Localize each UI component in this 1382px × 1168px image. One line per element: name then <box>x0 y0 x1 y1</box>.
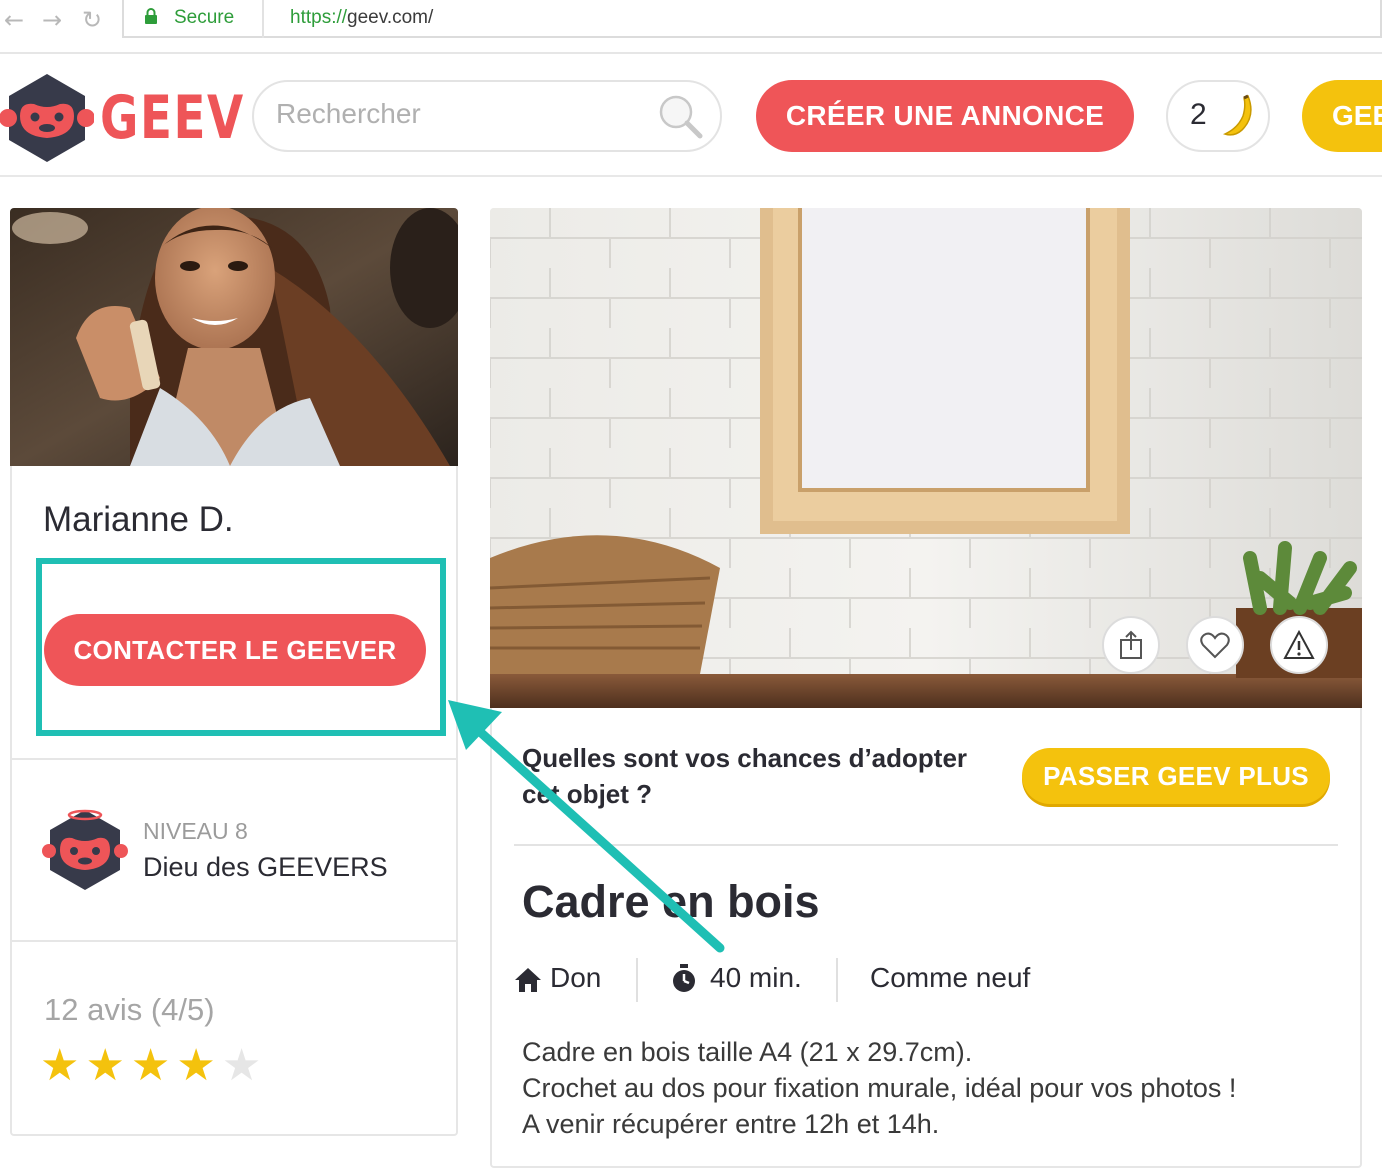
heart-icon <box>1200 632 1230 659</box>
banana-icon <box>1222 94 1252 136</box>
meta-divider <box>636 958 638 1002</box>
seller-photo <box>10 208 458 466</box>
share-icon <box>1120 630 1142 659</box>
create-listing-button[interactable]: CRÉER UNE ANNONCE <box>756 80 1134 152</box>
geev-plus-button[interactable]: PASSER GEEV PLUS <box>1022 748 1330 804</box>
level-label: NIVEAU 8 <box>143 818 248 844</box>
divider <box>12 940 456 942</box>
listing-type: Don <box>550 962 602 993</box>
geev-plus-header-button[interactable]: GEE <box>1302 80 1382 152</box>
url-text[interactable]: https://geev.com/ <box>290 7 433 29</box>
stopwatch-icon <box>673 964 695 992</box>
listing-description: Cadre en bois taille A4 (21 x 29.7cm). C… <box>522 1034 1236 1142</box>
adoption-chance-question: Quelles sont vos chances d’adopter cet o… <box>522 743 968 809</box>
divider <box>12 758 456 760</box>
back-arrow-icon[interactable]: ← <box>4 6 24 34</box>
star-filled-icon: ★ <box>40 1040 80 1091</box>
listing-time: 40 min. <box>710 962 802 993</box>
level-badge-icon <box>42 809 128 890</box>
forward-arrow-icon[interactable]: → <box>42 6 62 34</box>
lock-icon <box>145 8 157 24</box>
share-button[interactable] <box>1102 616 1160 674</box>
description-line: Cadre en bois taille A4 (21 x 29.7cm). <box>522 1037 973 1067</box>
level-title: Dieu des GEEVERS <box>143 852 388 882</box>
secure-label: Secure <box>174 7 235 28</box>
star-empty-icon: ★ <box>221 1040 262 1091</box>
description-line: Crochet au dos pour fixation murale, idé… <box>522 1073 1237 1103</box>
house-icon <box>515 968 541 992</box>
rating-stars: ★ ★ ★ ★ ★ <box>40 1044 261 1088</box>
report-button[interactable] <box>1270 616 1328 674</box>
search-input[interactable] <box>276 98 636 130</box>
highlight-box <box>36 558 446 736</box>
star-filled-icon: ★ <box>85 1040 125 1091</box>
search-icon[interactable] <box>656 92 704 140</box>
listing-condition: Comme neuf <box>870 962 1031 993</box>
address-divider <box>262 0 264 38</box>
reload-icon[interactable]: ↻ <box>82 6 102 34</box>
seller-name: Marianne D. <box>43 500 234 539</box>
banana-count: 2 <box>1190 98 1207 131</box>
meta-divider <box>836 958 838 1002</box>
star-filled-icon: ★ <box>130 1040 171 1091</box>
url-host: geev.com/ <box>347 7 434 28</box>
product-title: Cadre en bois <box>522 876 820 927</box>
warning-icon <box>1283 630 1315 659</box>
logo-wordmark[interactable]: GEEV <box>100 83 245 153</box>
star-filled-icon: ★ <box>176 1040 216 1091</box>
description-line: A venir récupérer entre 12h et 14h. <box>522 1109 940 1139</box>
reviews-count[interactable]: 12 avis (4/5) <box>44 992 215 1028</box>
url-scheme: https:// <box>290 7 348 28</box>
monkey-logo-icon[interactable] <box>0 72 94 164</box>
favorite-button[interactable] <box>1186 616 1244 674</box>
divider <box>514 844 1338 846</box>
